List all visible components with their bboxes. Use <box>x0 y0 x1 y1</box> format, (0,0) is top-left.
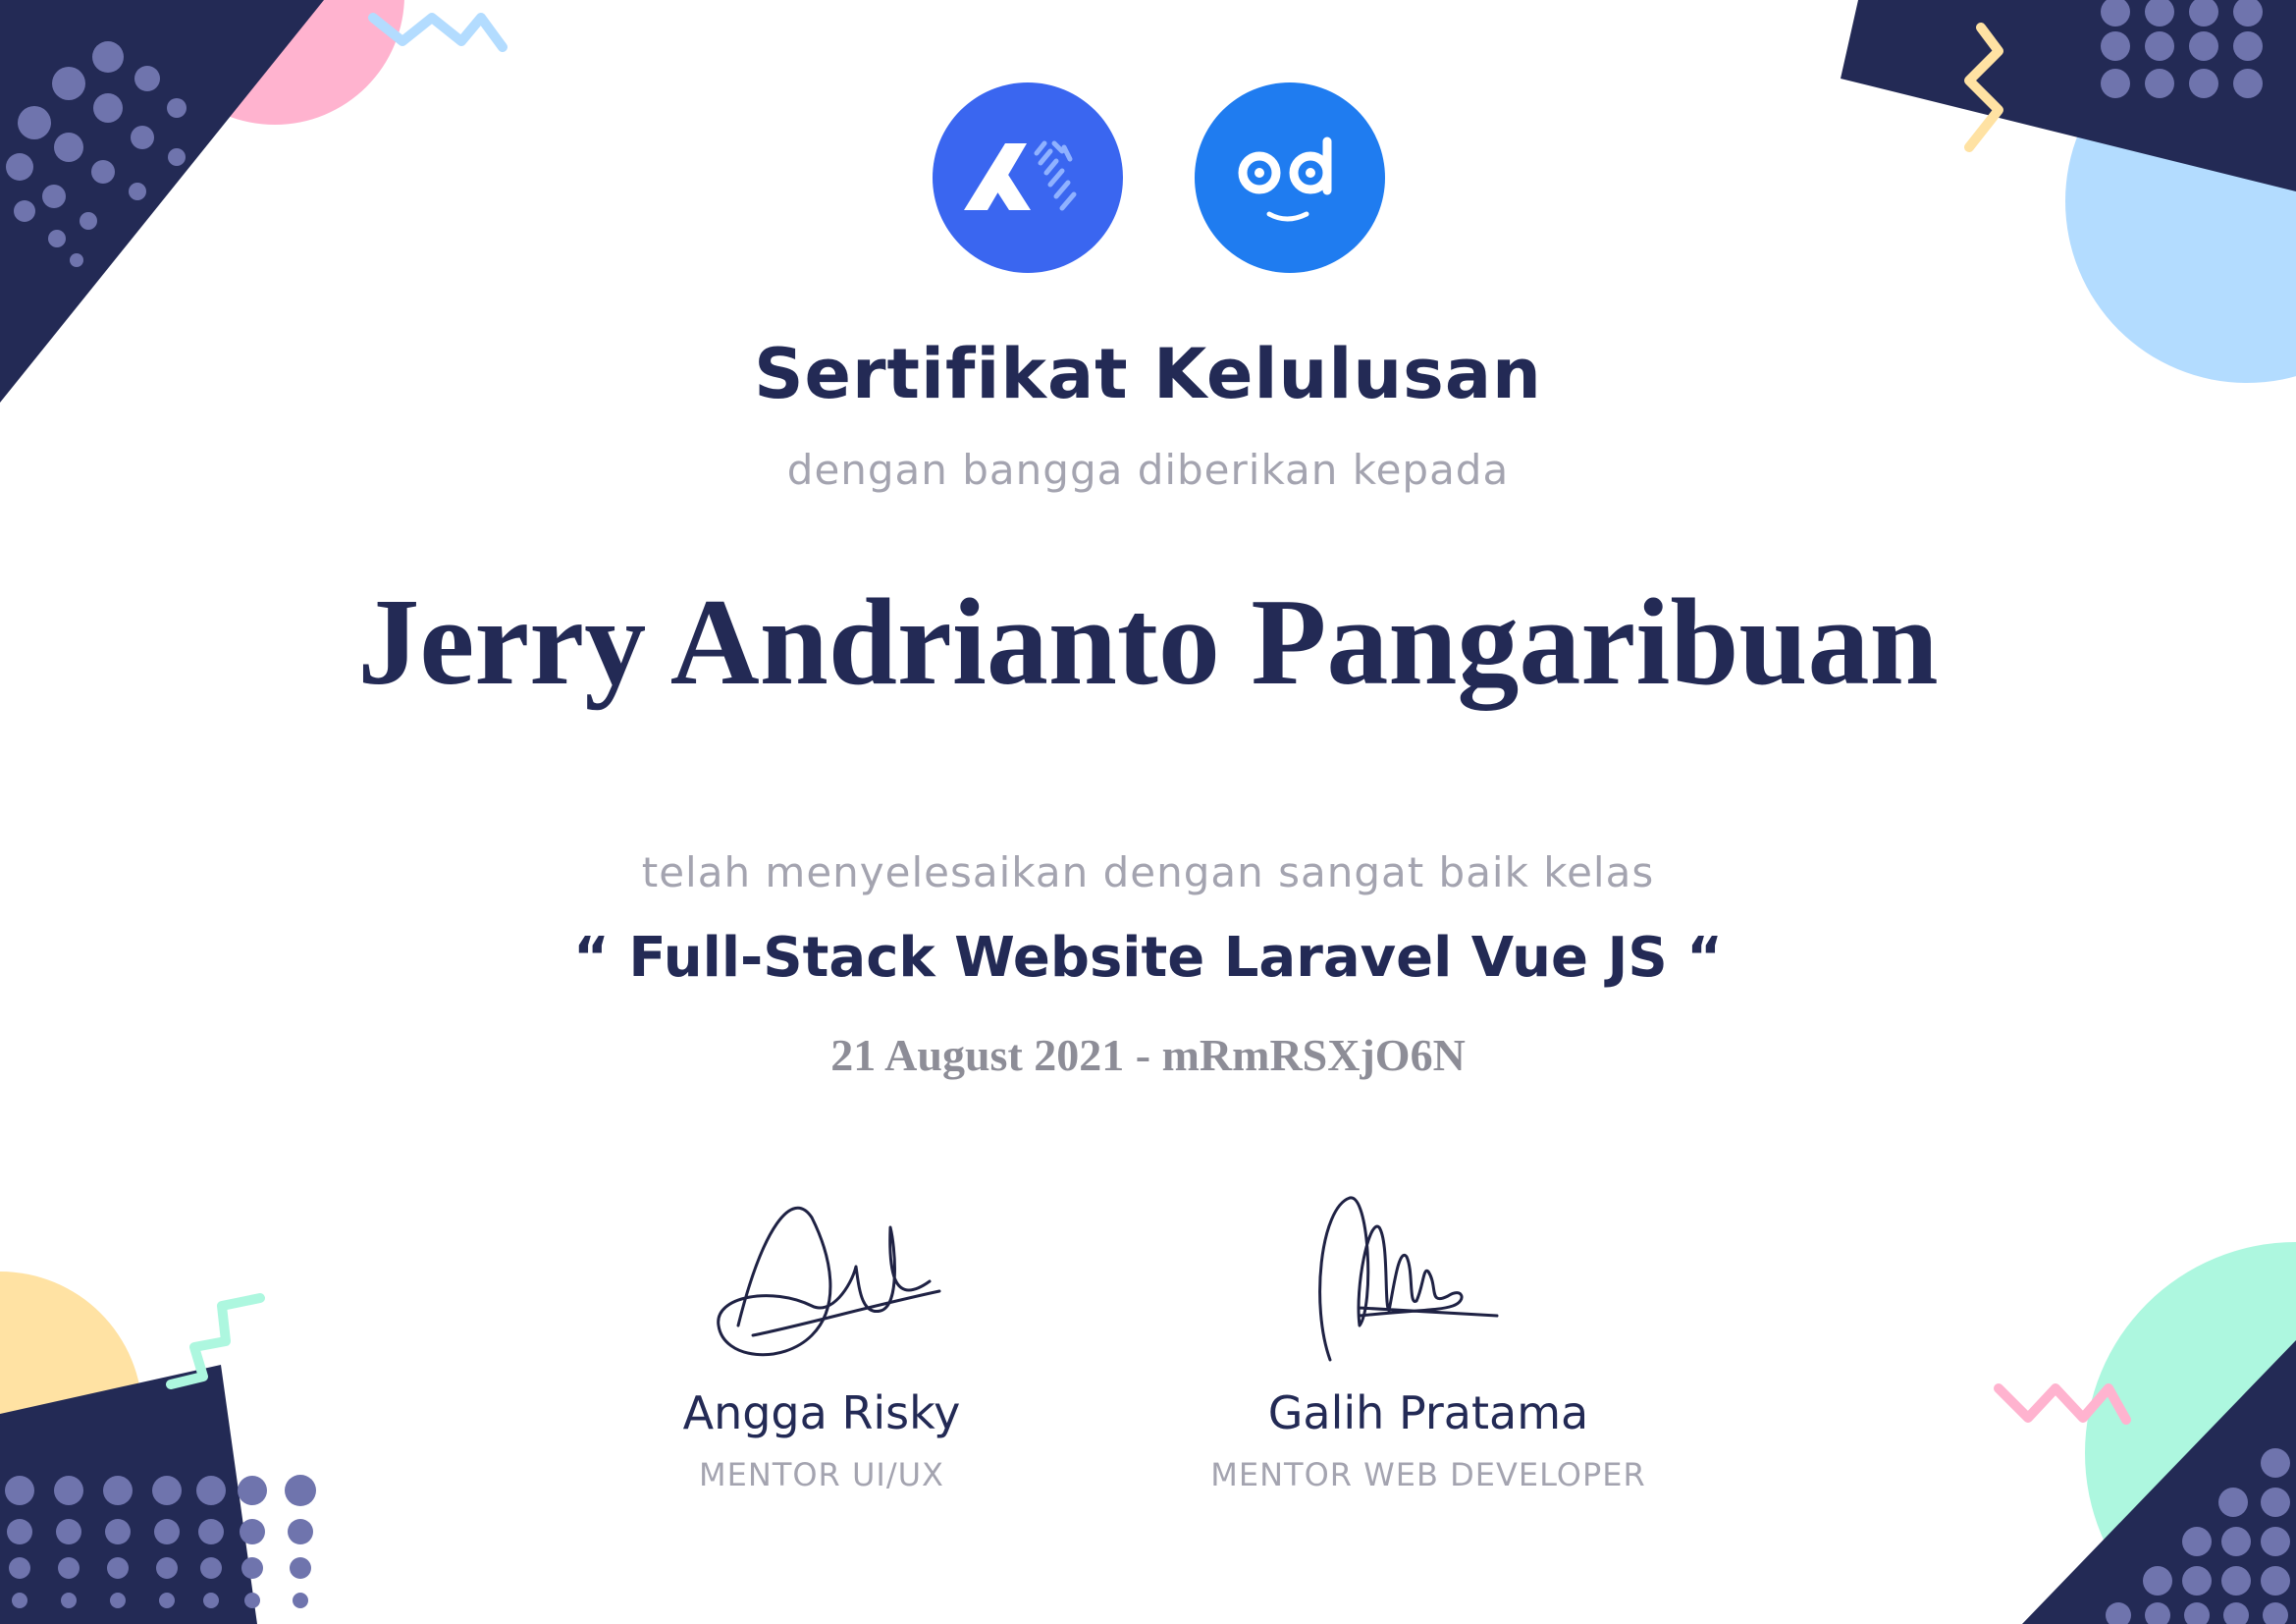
certificate-subtitle: dengan bangga diberikan kepada <box>786 446 1510 494</box>
mentor-name-left: Angga Risky <box>682 1386 961 1439</box>
bottom-right-decoration <box>1994 1242 2296 1624</box>
issue-date-code: 21 August 2021 - mRmRSXjO6N <box>830 1030 1466 1080</box>
signature-block-left: Angga Risky MENTOR UI/UX <box>517 1188 1126 1490</box>
mentor-role-right: MENTOR WEB DEVELOPER <box>1210 1456 1646 1493</box>
course-title: “ Full-Stack Website Laravel Vue JS “ <box>573 926 1723 990</box>
recipient-name: Jerry Andrianto Pangaribuan <box>357 574 1939 711</box>
mentor-name-right: Galih Pratama <box>1267 1386 1589 1439</box>
top-right-decoration <box>1841 0 2296 383</box>
mentor-role-left: MENTOR UI/UX <box>699 1456 944 1493</box>
signature-image-right <box>1318 1196 1499 1362</box>
signature-block-right: Galih Pratama MENTOR WEB DEVELOPER <box>1124 1188 1733 1490</box>
signature-image-left <box>717 1206 941 1357</box>
bottom-left-decoration <box>0 1272 316 1624</box>
buildwithangga-logo-icon <box>933 82 1123 273</box>
odevtalk-logo-icon <box>1195 82 1385 273</box>
certificate-title: Sertifikat Kelulusan <box>754 334 1542 414</box>
completion-text: telah menyelesaikan dengan sangat baik k… <box>641 848 1655 896</box>
